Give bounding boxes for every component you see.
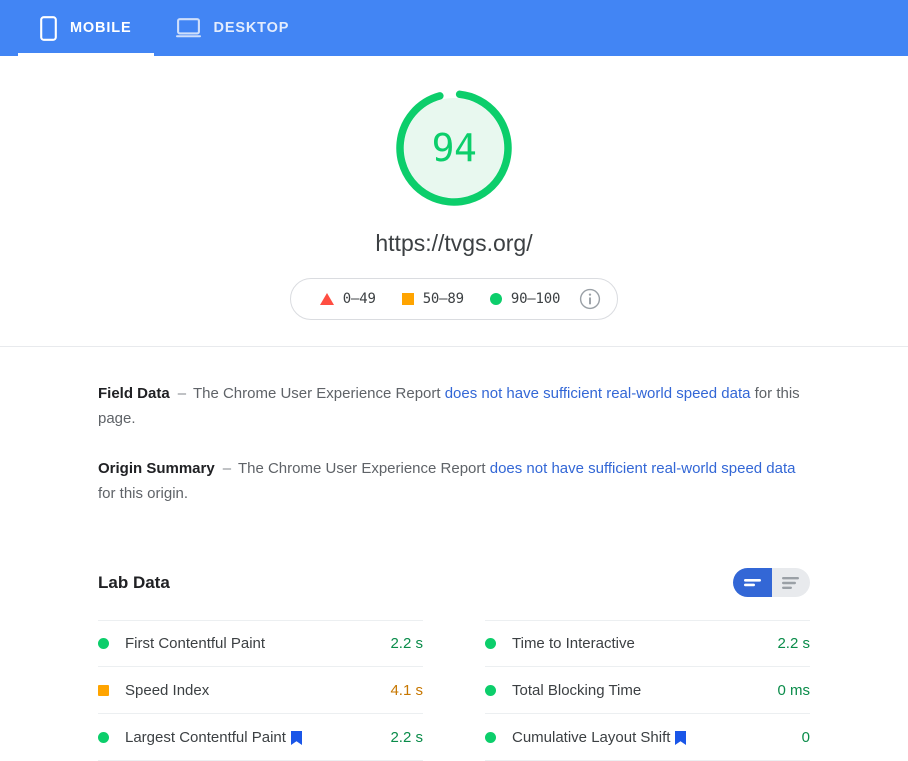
field-data-title: Field Data — [98, 385, 170, 402]
score-legend-container: 0–49 50–89 90–100 — [0, 278, 908, 320]
metric-name: Cumulative Layout Shift — [512, 728, 671, 746]
lab-metrics-left-column: First Contentful Paint 2.2 s Speed Index… — [98, 620, 423, 761]
platform-tabbar: MOBILE DESKTOP — [0, 0, 908, 56]
metric-value: 2.2 s — [390, 635, 423, 652]
status-badge — [485, 731, 496, 743]
origin-summary-dash: – — [222, 460, 232, 477]
origin-summary-title: Origin Summary — [98, 460, 215, 477]
status-badge — [485, 684, 496, 696]
metric-value: 4.1 s — [390, 681, 423, 699]
field-data-link[interactable]: does not have sufficient real-world spee… — [445, 385, 751, 402]
metric-name: First Contentful Paint — [125, 635, 266, 652]
origin-summary-text-before: The Chrome User Experience Report — [237, 460, 486, 477]
metric-name: Total Blocking Time — [512, 681, 642, 699]
tab-mobile[interactable]: MOBILE — [18, 0, 154, 56]
origin-summary-link[interactable]: does not have sufficient real-world spee… — [490, 460, 796, 477]
metric-value: 2.2 s — [390, 728, 423, 746]
status-badge — [98, 684, 109, 696]
tab-mobile-label: MOBILE — [70, 20, 132, 36]
status-badge — [485, 638, 496, 649]
orange-square-icon — [401, 293, 414, 305]
origin-summary-paragraph: Origin Summary – The Chrome User Experien… — [98, 456, 810, 506]
analyzed-url: https://tvgs.org/ — [375, 230, 533, 256]
red-triangle-icon — [319, 293, 334, 305]
table-row[interactable]: Cumulative Layout Shift 0 — [485, 714, 810, 761]
metric-value: 0 ms — [777, 681, 810, 699]
blue-bookmark-flag-icon — [290, 731, 302, 745]
legend-item-good: 90–100 — [477, 291, 573, 307]
table-row[interactable]: Total Blocking Time 0 ms — [485, 667, 810, 714]
metric-name: Largest Contentful Paint — [125, 728, 286, 746]
lab-data-header: Lab Data — [98, 568, 810, 597]
performance-score-gauge[interactable]: 94 — [392, 86, 516, 210]
status-badge — [98, 731, 109, 743]
score-hero: 94 https://tvgs.org/ 0–49 50–89 90–100 — [0, 56, 908, 347]
metric-value: 2.2 s — [777, 635, 810, 652]
mobile-phone-icon — [40, 15, 57, 41]
legend-range-poor: 0–49 — [342, 291, 376, 307]
list-expanded-icon[interactable] — [771, 568, 810, 597]
score-gauge-container: 94 — [0, 86, 908, 210]
lab-data-title: Lab Data — [98, 572, 170, 592]
table-row[interactable]: First Contentful Paint 2.2 s — [98, 620, 423, 667]
legend-item-poor: 0–49 — [307, 291, 389, 307]
field-data-text-before: The Chrome User Experience Report — [192, 385, 441, 402]
origin-summary-text-after: for this origin. — [98, 485, 189, 502]
info-circle-icon[interactable] — [579, 288, 601, 310]
legend-item-average: 50–89 — [389, 291, 477, 307]
table-row[interactable]: Largest Contentful Paint 2.2 s — [98, 714, 423, 761]
tab-desktop[interactable]: DESKTOP — [154, 0, 312, 56]
metric-name: Speed Index — [125, 681, 210, 699]
field-data-dash: – — [177, 385, 187, 402]
lab-metrics-right-column: Time to Interactive 2.2 s Total Blocking… — [485, 620, 810, 761]
green-circle-icon — [489, 293, 502, 305]
report-body: Field Data – The Chrome User Experience R… — [0, 381, 908, 761]
metric-name: Time to Interactive — [512, 635, 635, 652]
lab-metrics: First Contentful Paint 2.2 s Speed Index… — [98, 620, 810, 761]
score-legend: 0–49 50–89 90–100 — [289, 278, 619, 320]
tab-desktop-label: DESKTOP — [213, 20, 290, 36]
table-row[interactable]: Speed Index 4.1 s — [98, 667, 423, 714]
lab-data-view-toggle — [733, 568, 810, 597]
list-compact-icon[interactable] — [733, 568, 772, 597]
metric-value: 0 — [801, 728, 810, 746]
status-badge — [98, 638, 109, 649]
field-data-paragraph: Field Data – The Chrome User Experience R… — [98, 381, 810, 431]
desktop-monitor-icon — [175, 18, 201, 38]
table-row[interactable]: Time to Interactive 2.2 s — [485, 620, 810, 667]
legend-range-average: 50–89 — [422, 291, 464, 307]
score-value: 94 — [431, 126, 477, 170]
legend-range-good: 90–100 — [510, 291, 561, 307]
blue-bookmark-flag-icon — [675, 731, 687, 745]
